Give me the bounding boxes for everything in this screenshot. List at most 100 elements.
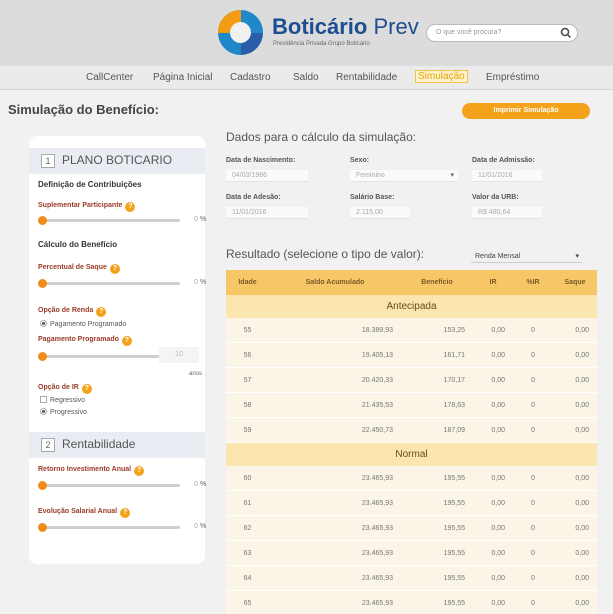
table-row: 65 23.465,93 195,55 0,00 0 0,00 [226,591,597,614]
table-cell: 195,55 [443,550,465,557]
salario-field[interactable]: 2.115,00 [350,207,410,219]
saque-value[interactable]: 0 [182,279,198,286]
table-cell: 0 [531,377,535,384]
table-group-header: Normal [226,443,597,466]
table-cell: 23.465,93 [361,600,393,607]
rentabilidade-section-number: 2 [41,438,55,452]
table-cell: 60 [243,475,252,482]
renda-option-programado[interactable]: Pagamento Programado [40,320,126,328]
saque-unit: % [200,279,207,286]
column-header: Saque [553,270,597,295]
retorno-value[interactable]: 0 [182,481,198,488]
search-input[interactable]: O que você procura? [426,24,578,42]
nav-rentabilidade[interactable]: Rentabilidade [336,72,397,83]
checkbox[interactable] [40,396,47,403]
table-cell: 0,00 [491,327,505,334]
table-cell: 0 [531,352,535,359]
urb-field[interactable]: R$ 480,64 [472,207,542,219]
admissao-field[interactable]: 11/01/2016 [472,170,542,182]
programado-unit: anos [189,371,203,377]
salarial-slider[interactable] [38,523,180,532]
table-cell: 0 [531,402,535,409]
adesao-field[interactable]: 11/01/2016 [226,207,308,219]
table-cell: 62 [243,525,252,532]
plano-section-header[interactable]: 1 PLANO BOTICARIO [29,148,205,174]
saque-slider[interactable] [38,279,180,288]
info-icon[interactable]: ? [81,384,92,394]
table-cell: 23.465,93 [361,575,393,582]
suplementar-value[interactable]: 0 [182,216,198,223]
table-group-header: Antecipada [226,295,597,318]
table-cell: 18.389,93 [361,327,393,334]
nascimento-field[interactable]: 04/03/1986 [226,170,308,182]
retorno-unit: % [200,481,207,488]
table-cell: 20.420,33 [361,377,393,384]
slider-handle[interactable] [38,352,47,361]
slider-handle[interactable] [38,216,47,225]
table-row: 57 20.420,33 170,17 0,00 0 0,00 [226,368,597,393]
slider-handle[interactable] [38,523,47,532]
ir-option-regressivo[interactable]: Regressivo [40,396,85,404]
info-icon[interactable]: ? [96,307,107,317]
rentabilidade-section-header[interactable]: 2 Rentabilidade [29,432,205,458]
site-header: Boticário Prev Previdência Privada Grupo… [0,0,613,66]
renda-label: Opção de Renda? [38,307,107,317]
table-cell: 0 [531,550,535,557]
table-cell: 23.465,93 [361,475,393,482]
sexo-select[interactable]: Feminino [350,170,458,182]
nascimento-label: Data de Nascimento: [226,157,296,164]
nav-saldo[interactable]: Saldo [293,72,319,83]
suplementar-slider[interactable] [38,216,180,225]
info-icon[interactable]: ? [121,336,132,346]
column-header: IR [473,270,513,295]
table-row: 58 21.435,53 178,63 0,00 0 0,00 [226,393,597,418]
table-cell: 23.465,93 [361,500,393,507]
salarial-unit: % [200,523,207,530]
ir-option-progressivo[interactable]: Progressivo [40,408,87,416]
print-simulation-button[interactable]: Imprimir Simulação [462,103,590,119]
boticario-logo-icon[interactable] [218,10,263,55]
table-cell: 0 [531,427,535,434]
nav-cadastro[interactable]: Cadastro [230,72,271,83]
table-cell: 0,00 [491,575,505,582]
table-cell: 195,55 [443,525,465,532]
info-icon[interactable]: ? [134,466,145,476]
nav-callcenter[interactable]: CallCenter [86,72,133,83]
table-cell: 0,00 [491,600,505,607]
admissao-label: Data de Admissão: [472,157,535,164]
nav-emprestimo[interactable]: Empréstimo [486,72,539,83]
table-cell: 23.465,93 [361,525,393,532]
table-cell: 153,25 [443,327,465,334]
rentabilidade-section-title: Rentabilidade [62,437,136,451]
table-cell: 0,00 [491,352,505,359]
table-cell: 55 [243,327,252,334]
table-cell: 0 [531,575,535,582]
column-header: %IR [513,270,553,295]
nav-pagina-inicial[interactable]: Página Inicial [153,72,212,83]
nav-simulacao[interactable]: Simulação [415,70,468,83]
salarial-value[interactable]: 0 [182,523,198,530]
table-cell: 56 [243,352,252,359]
plano-section-title: PLANO BOTICARIO [62,153,173,167]
retorno-slider[interactable] [38,481,180,490]
info-icon[interactable]: ? [120,508,131,518]
radio-button[interactable] [40,408,47,415]
table-cell: 0,00 [491,377,505,384]
radio-button[interactable] [40,320,47,327]
table-cell: 0,00 [491,525,505,532]
search-icon[interactable] [559,26,573,40]
table-cell: 170,17 [443,377,465,384]
page-title: Simulação do Benefício: [8,102,159,117]
info-icon[interactable]: ? [109,264,120,274]
slider-handle[interactable] [38,279,47,288]
slider-handle[interactable] [38,481,47,490]
info-icon[interactable]: ? [125,202,136,212]
table-cell: 0 [531,327,535,334]
programado-value[interactable]: 10 [159,347,199,363]
urb-label: Valor da URB: [472,194,519,201]
suplementar-unit: % [200,216,207,223]
table-row: 59 22.450,73 187,09 0,00 0 0,00 [226,418,597,443]
table-row: 61 23.465,93 195,55 0,00 0 0,00 [226,491,597,516]
valor-type-select[interactable]: Renda Mensal ▾ [471,250,582,263]
table-cell: 0,00 [491,427,505,434]
